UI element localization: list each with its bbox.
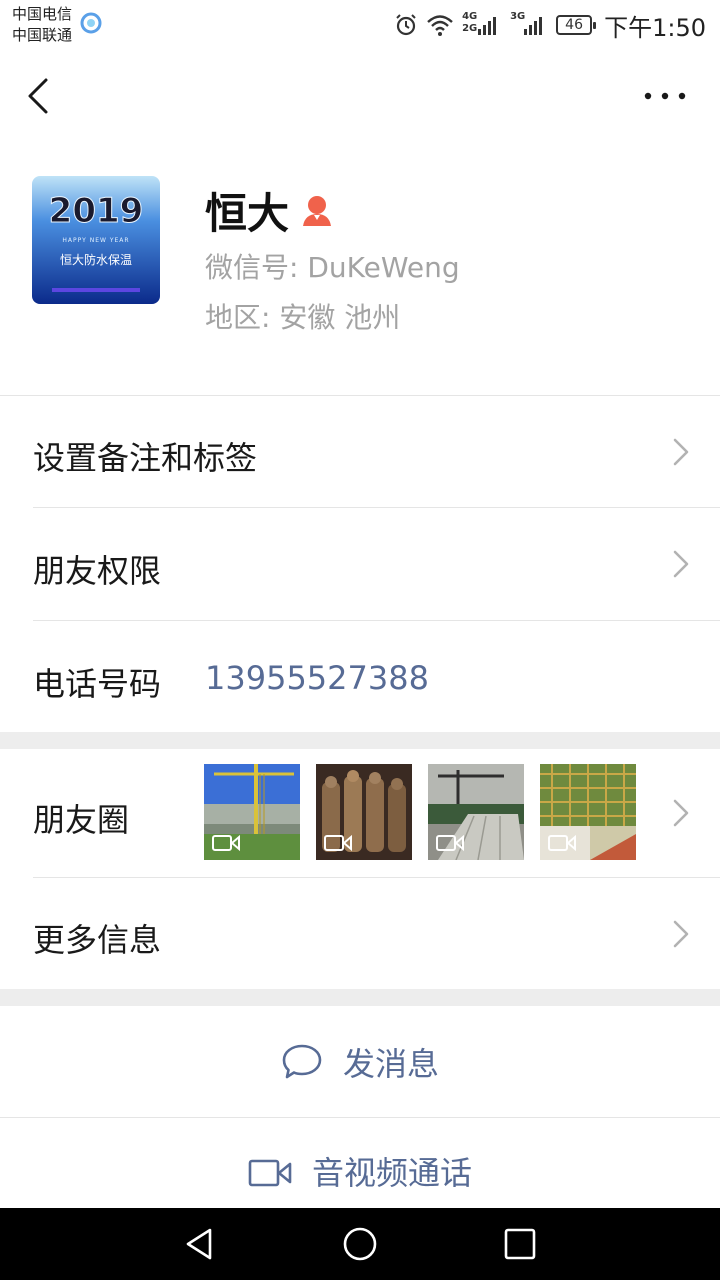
more-options-icon[interactable] xyxy=(640,86,690,106)
contact-profile-screen: 中国电信 中国联通 4G 2G 3G 46 下午1:50 2019 HAPPY … xyxy=(0,0,720,1280)
network-type-1: 4G xyxy=(462,11,478,22)
video-icon xyxy=(548,834,576,852)
signal-bars-icon xyxy=(524,17,543,35)
android-navigation-bar xyxy=(0,1208,720,1280)
contact-name: 恒大 xyxy=(205,189,290,238)
phone-number-link[interactable]: 13955527388 xyxy=(205,659,429,697)
avatar-caption: 恒大防水保温 xyxy=(60,252,132,267)
status-icons: 4G 2G 3G 46 下午1:50 xyxy=(394,8,706,42)
video-camera-icon xyxy=(248,1159,292,1187)
video-icon xyxy=(436,834,464,852)
nav-back-icon[interactable] xyxy=(182,1226,218,1262)
alarm-icon xyxy=(396,14,416,36)
chevron-right-icon xyxy=(673,799,689,827)
moments-label: 朋友圈 xyxy=(33,801,130,839)
video-icon xyxy=(324,834,352,852)
video-call-label: 音视频通话 xyxy=(311,1154,472,1192)
section-gap xyxy=(0,989,720,1006)
video-call-button[interactable]: 音视频通话 xyxy=(0,1118,720,1208)
profile-header: 2019 HAPPY NEW YEAR 恒大防水保温 恒大 微信号: DuKeW… xyxy=(0,136,720,395)
chat-bubble-icon xyxy=(282,1044,322,1078)
signal-group-1: 4G 2G xyxy=(462,11,502,37)
moments-thumbnail[interactable] xyxy=(540,764,636,860)
section-gap xyxy=(0,732,720,749)
browser-notification-icon xyxy=(80,12,102,34)
network-type-2: 2G xyxy=(462,23,478,34)
name-row: 恒大 xyxy=(205,180,333,241)
avatar-image: 2019 HAPPY NEW YEAR 恒大防水保温 xyxy=(32,176,160,304)
video-icon xyxy=(212,834,240,852)
carrier-1: 中国电信 xyxy=(12,5,73,23)
female-gender-icon xyxy=(303,195,332,226)
more-info-label: 更多信息 xyxy=(33,921,162,959)
nav-home-icon[interactable] xyxy=(342,1226,378,1262)
moments-thumbnail[interactable] xyxy=(204,764,300,860)
remark-row[interactable]: 设置备注和标签 xyxy=(0,396,720,507)
chevron-right-icon xyxy=(673,438,689,466)
moments-row[interactable]: 朋友圈 xyxy=(0,749,720,877)
permissions-row[interactable]: 朋友权限 xyxy=(0,508,720,620)
nav-recents-icon[interactable] xyxy=(502,1226,538,1262)
carrier-labels: 中国电信 中国联通 xyxy=(12,4,72,46)
moments-thumbnail[interactable] xyxy=(316,764,412,860)
chevron-right-icon xyxy=(673,920,689,948)
network-type-3: 3G xyxy=(510,11,526,22)
avatar[interactable]: 2019 HAPPY NEW YEAR 恒大防水保温 xyxy=(32,176,160,304)
permissions-label: 朋友权限 xyxy=(33,552,162,590)
signal-bars-icon xyxy=(478,17,497,35)
send-message-button[interactable]: 发消息 xyxy=(0,1006,720,1117)
carrier-2: 中国联通 xyxy=(12,26,73,44)
signal-group-2: 3G xyxy=(510,11,548,37)
status-time: 下午1:50 xyxy=(604,13,706,42)
moments-thumbnails xyxy=(204,764,636,860)
phone-row: 电话号码 13955527388 xyxy=(0,621,720,732)
more-info-row[interactable]: 更多信息 xyxy=(0,878,720,989)
phone-label: 电话号码 xyxy=(33,665,162,703)
status-bar: 中国电信 中国联通 4G 2G 3G 46 下午1:50 xyxy=(0,0,720,50)
remark-label: 设置备注和标签 xyxy=(33,439,258,477)
avatar-year: 2019 xyxy=(49,191,144,231)
moments-thumbnail[interactable] xyxy=(428,764,524,860)
wifi-icon xyxy=(427,15,453,36)
battery-icon: 46 xyxy=(556,15,597,35)
chevron-right-icon xyxy=(673,550,689,578)
avatar-banner: HAPPY NEW YEAR xyxy=(62,237,129,244)
region: 地区: 安徽 池州 xyxy=(205,301,401,334)
wechat-id: 微信号: DuKeWeng xyxy=(205,251,460,284)
send-message-label: 发消息 xyxy=(342,1044,439,1083)
top-nav xyxy=(0,56,720,136)
back-icon[interactable] xyxy=(20,74,60,118)
